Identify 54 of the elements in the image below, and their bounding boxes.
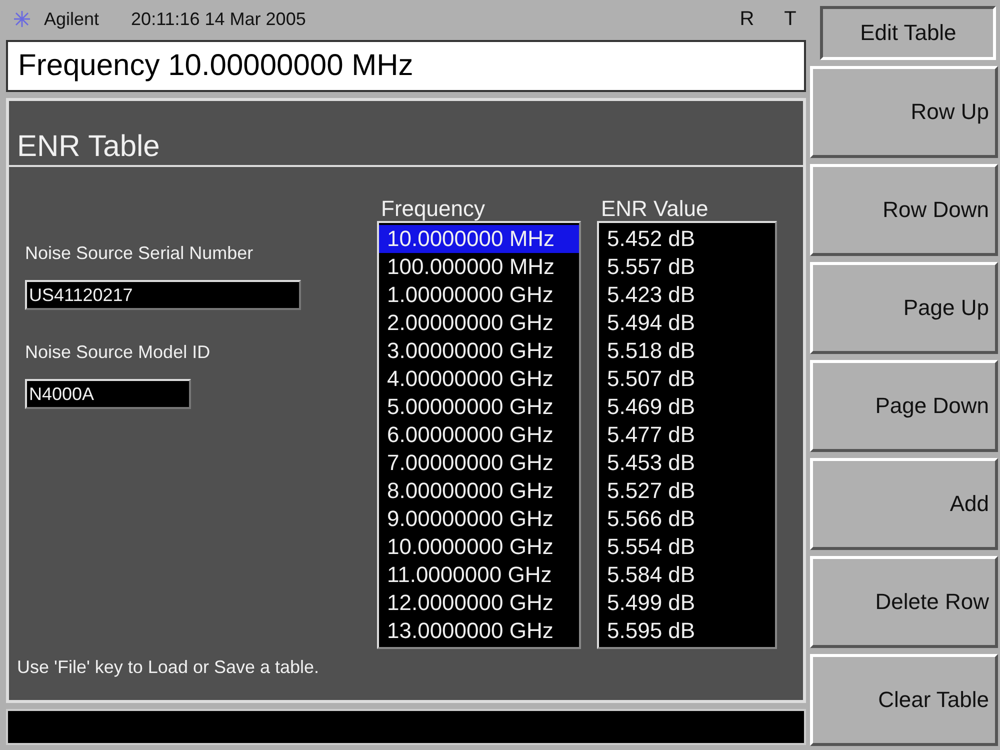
- table-cell[interactable]: 3.00000000 GHz: [379, 337, 579, 365]
- table-cell[interactable]: 100.000000 MHz: [379, 253, 579, 281]
- input-field[interactable]: US41120217: [25, 280, 301, 310]
- table-cell[interactable]: 13.0000000 GHz: [379, 617, 579, 645]
- column-header: ENR Value: [600, 197, 710, 221]
- table-cell[interactable]: 8.00000000 GHz: [379, 477, 579, 505]
- table-cell[interactable]: 4.00000000 GHz: [379, 365, 579, 393]
- softkey-button[interactable]: Delete Row: [810, 556, 998, 648]
- status-indicator: T: [784, 8, 796, 30]
- softkey-button[interactable]: Add: [810, 458, 998, 550]
- table-cell-text: 5.469 dB: [606, 393, 696, 421]
- table-cell-text: 5.554 dB: [606, 533, 696, 561]
- table-cell-text: 5.595 dB: [606, 617, 696, 645]
- input-field[interactable]: N4000A: [25, 379, 191, 409]
- table-cell[interactable]: 6.00000000 GHz: [379, 421, 579, 449]
- table-cell[interactable]: 11.0000000 GHz: [379, 561, 579, 589]
- panel-title: ENR Table: [9, 101, 804, 167]
- table-cell-text: 5.507 dB: [606, 365, 696, 393]
- frequency-list[interactable]: [377, 221, 581, 649]
- softkey-button[interactable]: Page Down: [810, 360, 998, 452]
- field-label: Noise Source Model ID: [25, 342, 212, 363]
- softkey-button[interactable]: Clear Table: [810, 654, 998, 746]
- brand-label: Agilent: [44, 8, 100, 30]
- table-cell-text: 5.527 dB: [606, 477, 696, 505]
- column-header: Frequency: [380, 197, 486, 221]
- softkey-button[interactable]: Page Up: [810, 262, 998, 354]
- date-time: 20:11:16 14 Mar 2005: [131, 8, 306, 30]
- table-cell[interactable]: 1.00000000 GHz: [379, 281, 579, 309]
- table-cell-text: 5.566 dB: [606, 505, 696, 533]
- table-cell[interactable]: 10.0000000 MHz: [379, 225, 579, 253]
- softkey-button[interactable]: Row Down: [810, 164, 998, 256]
- table-cell[interactable]: 7.00000000 GHz: [379, 449, 579, 477]
- table-cell[interactable]: 5.00000000 GHz: [379, 393, 579, 421]
- table-cell[interactable]: 9.00000000 GHz: [379, 505, 579, 533]
- table-cell-text: 5.584 dB: [606, 561, 696, 589]
- softkey-button[interactable]: Row Up: [810, 66, 998, 158]
- active-parameter: Frequency 10.00000000 MHz: [6, 40, 806, 92]
- table-cell-text: 5.499 dB: [606, 589, 696, 617]
- table-cell[interactable]: 2.00000000 GHz: [379, 309, 579, 337]
- table-cell-text: 5.494 dB: [606, 309, 696, 337]
- enr-value-list[interactable]: 5.452 dB 5.557 dB 5.423 dB 5.494 dB 5.518 dB 5.507 dB 5.469 dB 5.477 dB 5.453 dB 5.527 dB 5.566 dB 5.554 dB 5.584 dB 5.499 dB 5.595 dB: [597, 221, 777, 649]
- spark-logo-icon: [12, 9, 32, 29]
- table-cell-text: 5.557 dB: [606, 253, 696, 281]
- hint-text: Use 'File' key to Load or Save a table.: [16, 656, 320, 678]
- table-cell-text: 5.477 dB: [606, 421, 696, 449]
- table-cell-text: 5.452 dB: [606, 225, 696, 253]
- menu-title: Edit Table: [820, 6, 996, 60]
- table-cell[interactable]: 12.0000000 GHz: [379, 589, 579, 617]
- table-cell[interactable]: 10.0000000 GHz: [379, 533, 579, 561]
- table-cell-text: 5.518 dB: [606, 337, 696, 365]
- table-cell-text: 5.453 dB: [606, 449, 696, 477]
- table-cell-text: 5.423 dB: [606, 281, 696, 309]
- field-label: Noise Source Serial Number: [25, 243, 254, 264]
- status-indicator: R: [740, 8, 754, 30]
